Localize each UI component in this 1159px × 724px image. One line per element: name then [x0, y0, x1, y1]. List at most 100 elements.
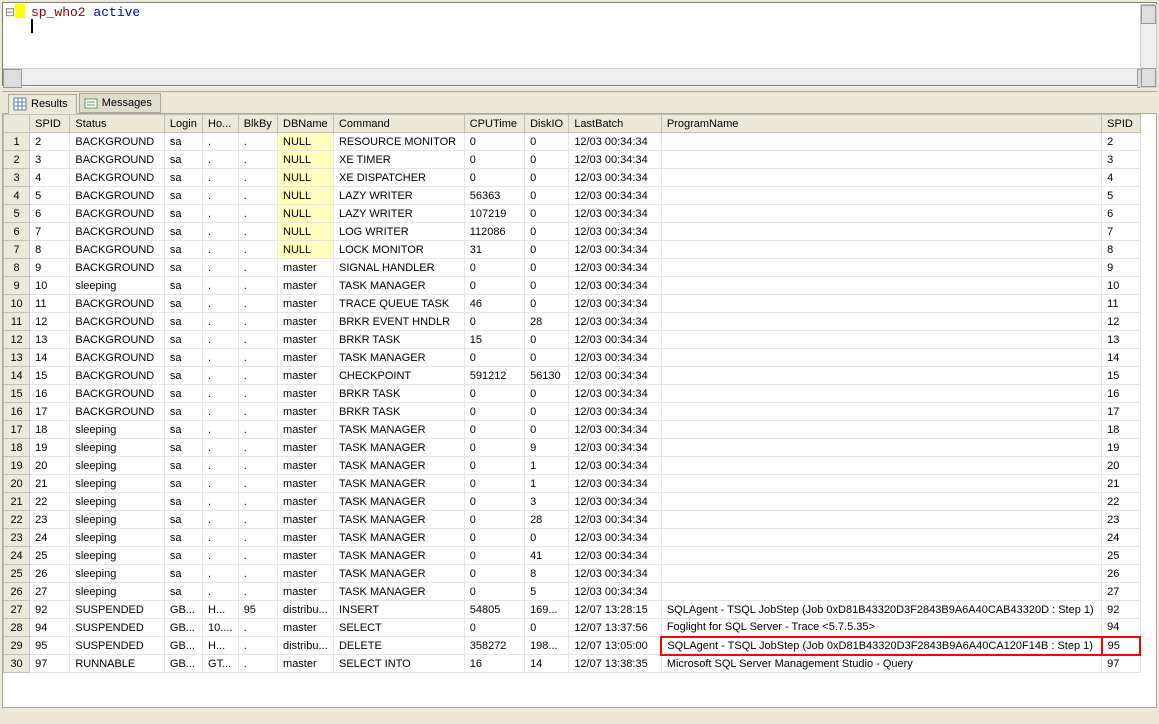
- column-header[interactable]: LastBatch: [569, 115, 662, 133]
- cell-lastbatch[interactable]: 12/07 13:38:35: [569, 655, 662, 673]
- cell-dbname[interactable]: distribu...: [278, 601, 334, 619]
- cell-blkby[interactable]: .: [238, 457, 277, 475]
- cell-spid2[interactable]: 2: [1102, 133, 1140, 151]
- cell-programname[interactable]: [661, 187, 1101, 205]
- cell-hostname[interactable]: .: [203, 439, 239, 457]
- cell-lastbatch[interactable]: 12/03 00:34:34: [569, 241, 662, 259]
- cell-status[interactable]: sleeping: [70, 475, 165, 493]
- cell-diskio[interactable]: 0: [525, 169, 569, 187]
- cell-cputime[interactable]: 0: [464, 403, 524, 421]
- cell-blkby[interactable]: .: [238, 493, 277, 511]
- cell-blkby[interactable]: .: [238, 313, 277, 331]
- cell-command[interactable]: TASK MANAGER: [333, 457, 464, 475]
- cell-hostname[interactable]: .: [203, 403, 239, 421]
- cell-spid[interactable]: 7: [30, 223, 70, 241]
- cell-command[interactable]: BRKR TASK: [333, 385, 464, 403]
- cell-spid[interactable]: 24: [30, 529, 70, 547]
- cell-lastbatch[interactable]: 12/03 00:34:34: [569, 457, 662, 475]
- cell-diskio[interactable]: 0: [525, 223, 569, 241]
- cell-blkby[interactable]: .: [238, 151, 277, 169]
- cell-status[interactable]: RUNNABLE: [70, 655, 165, 673]
- cell-command[interactable]: SELECT: [333, 619, 464, 637]
- cell-command[interactable]: TASK MANAGER: [333, 439, 464, 457]
- cell-login[interactable]: sa: [164, 187, 202, 205]
- cell-status[interactable]: SUSPENDED: [70, 637, 165, 655]
- table-row[interactable]: 1718sleepingsa..masterTASK MANAGER0012/0…: [4, 421, 1141, 439]
- cell-dbname[interactable]: master: [278, 331, 334, 349]
- cell-cputime[interactable]: 0: [464, 313, 524, 331]
- cell-cputime[interactable]: 0: [464, 493, 524, 511]
- cell-dbname[interactable]: master: [278, 529, 334, 547]
- cell-spid[interactable]: 97: [30, 655, 70, 673]
- cell-login[interactable]: sa: [164, 475, 202, 493]
- cell-status[interactable]: BACKGROUND: [70, 241, 165, 259]
- cell-login[interactable]: sa: [164, 403, 202, 421]
- cell-spid2[interactable]: 26: [1102, 565, 1140, 583]
- cell-status[interactable]: BACKGROUND: [70, 133, 165, 151]
- cell-spid2[interactable]: 94: [1102, 619, 1140, 637]
- cell-blkby[interactable]: .: [238, 133, 277, 151]
- cell-programname[interactable]: Foglight for SQL Server - Trace <5.7.5.3…: [661, 619, 1101, 637]
- table-row[interactable]: 1920sleepingsa..masterTASK MANAGER0112/0…: [4, 457, 1141, 475]
- row-number[interactable]: 7: [4, 241, 30, 259]
- cell-lastbatch[interactable]: 12/03 00:34:34: [569, 223, 662, 241]
- cell-blkby[interactable]: .: [238, 367, 277, 385]
- cell-lastbatch[interactable]: 12/03 00:34:34: [569, 259, 662, 277]
- cell-login[interactable]: sa: [164, 583, 202, 601]
- cell-spid2[interactable]: 3: [1102, 151, 1140, 169]
- cell-command[interactable]: DELETE: [333, 637, 464, 655]
- cell-dbname[interactable]: NULL: [278, 151, 334, 169]
- cell-cputime[interactable]: 0: [464, 547, 524, 565]
- cell-blkby[interactable]: .: [238, 637, 277, 655]
- cell-hostname[interactable]: .: [203, 187, 239, 205]
- cell-status[interactable]: BACKGROUND: [70, 313, 165, 331]
- cell-spid[interactable]: 22: [30, 493, 70, 511]
- cell-spid2[interactable]: 4: [1102, 169, 1140, 187]
- cell-spid[interactable]: 13: [30, 331, 70, 349]
- cell-spid2[interactable]: 14: [1102, 349, 1140, 367]
- table-row[interactable]: 67BACKGROUNDsa..NULLLOG WRITER112086012/…: [4, 223, 1141, 241]
- table-row[interactable]: 2792SUSPENDEDGB...H...95distribu...INSER…: [4, 601, 1141, 619]
- cell-hostname[interactable]: .: [203, 169, 239, 187]
- cell-spid[interactable]: 5: [30, 187, 70, 205]
- cell-lastbatch[interactable]: 12/03 00:34:34: [569, 169, 662, 187]
- cell-hostname[interactable]: .: [203, 565, 239, 583]
- tab-messages[interactable]: Messages: [79, 93, 161, 113]
- cell-diskio[interactable]: 0: [525, 295, 569, 313]
- cell-lastbatch[interactable]: 12/03 00:34:34: [569, 547, 662, 565]
- table-row[interactable]: 2021sleepingsa..masterTASK MANAGER0112/0…: [4, 475, 1141, 493]
- cell-login[interactable]: GB...: [164, 655, 202, 673]
- cell-spid[interactable]: 16: [30, 385, 70, 403]
- cell-spid[interactable]: 26: [30, 565, 70, 583]
- cell-login[interactable]: sa: [164, 529, 202, 547]
- cell-spid[interactable]: 14: [30, 349, 70, 367]
- cell-cputime[interactable]: 0: [464, 457, 524, 475]
- cell-cputime[interactable]: 0: [464, 619, 524, 637]
- cell-spid[interactable]: 11: [30, 295, 70, 313]
- cell-status[interactable]: BACKGROUND: [70, 151, 165, 169]
- cell-spid[interactable]: 9: [30, 259, 70, 277]
- cell-dbname[interactable]: master: [278, 475, 334, 493]
- cell-command[interactable]: LAZY WRITER: [333, 205, 464, 223]
- cell-diskio[interactable]: 0: [525, 619, 569, 637]
- cell-spid2[interactable]: 15: [1102, 367, 1140, 385]
- cell-status[interactable]: sleeping: [70, 277, 165, 295]
- cell-diskio[interactable]: 1: [525, 457, 569, 475]
- cell-diskio[interactable]: 1: [525, 475, 569, 493]
- cell-login[interactable]: sa: [164, 313, 202, 331]
- cell-lastbatch[interactable]: 12/03 00:34:34: [569, 439, 662, 457]
- table-row[interactable]: 2122sleepingsa..masterTASK MANAGER0312/0…: [4, 493, 1141, 511]
- cell-programname[interactable]: [661, 349, 1101, 367]
- cell-programname[interactable]: [661, 169, 1101, 187]
- cell-spid2[interactable]: 25: [1102, 547, 1140, 565]
- cell-spid2[interactable]: 97: [1102, 655, 1140, 673]
- cell-lastbatch[interactable]: 12/03 00:34:34: [569, 493, 662, 511]
- cell-programname[interactable]: Microsoft SQL Server Management Studio -…: [661, 655, 1101, 673]
- cell-spid2[interactable]: 20: [1102, 457, 1140, 475]
- cell-hostname[interactable]: H...: [203, 637, 239, 655]
- cell-programname[interactable]: [661, 565, 1101, 583]
- cell-spid[interactable]: 25: [30, 547, 70, 565]
- cell-spid[interactable]: 21: [30, 475, 70, 493]
- row-number[interactable]: 14: [4, 367, 30, 385]
- cell-cputime[interactable]: 591212: [464, 367, 524, 385]
